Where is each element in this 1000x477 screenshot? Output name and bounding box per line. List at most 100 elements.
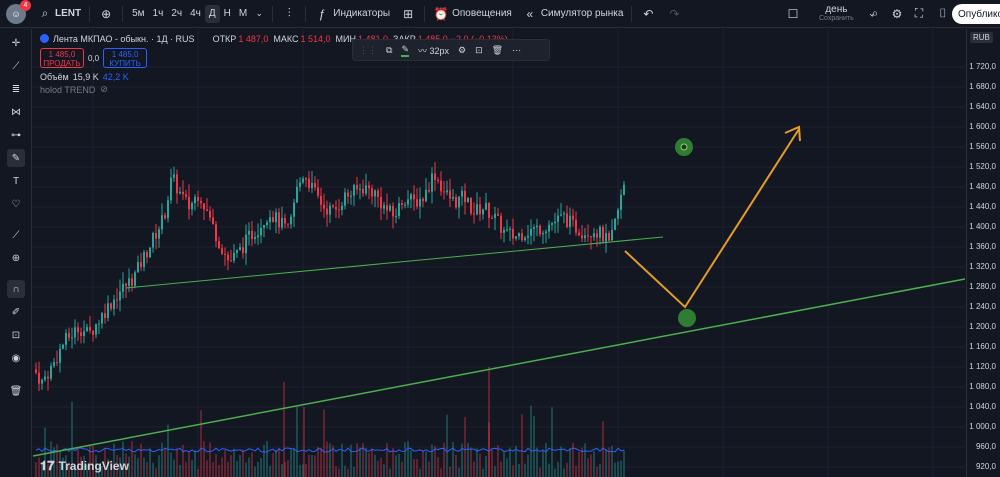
- ruler-icon[interactable]: ⟋: [7, 226, 25, 244]
- candle-body: [302, 178, 304, 183]
- candle-body: [278, 212, 280, 228]
- candle-body: [551, 223, 553, 225]
- candles-icon: ⫶: [287, 6, 291, 20]
- trendline-icon[interactable]: ⟋: [7, 57, 25, 75]
- undo-button[interactable]: ↶: [635, 0, 661, 28]
- volume-bar: [218, 464, 220, 477]
- candle-body: [590, 236, 592, 238]
- candle-body: [299, 182, 301, 187]
- drawing-properties-toolbar: ⋮⋮ ⧉ ✎ 〰 32px ⚙ ⊡ 🗑 ⋯: [352, 39, 550, 61]
- legend-title[interactable]: Лента МКПАО - обыкн. · 1Д · RUS: [53, 34, 195, 44]
- buy-button[interactable]: 1 485,0 КУПИТЬ: [103, 48, 148, 68]
- compare-button[interactable]: ⊕: [93, 0, 119, 28]
- text-icon[interactable]: T: [7, 172, 25, 190]
- replay-button[interactable]: « Симулятор рынка: [517, 0, 629, 28]
- templates-button[interactable]: ⊞: [395, 0, 421, 28]
- candle-body: [572, 215, 574, 220]
- price-axis[interactable]: RUB 1 720,0 1 680,0 1 640,0 1 600,0 1 560,0 1…: [966, 29, 1000, 477]
- timeframe-week[interactable]: Н: [220, 5, 235, 23]
- volume-bar: [398, 453, 400, 477]
- volume-bar: [455, 454, 457, 477]
- eye-icon[interactable]: ◉: [7, 349, 25, 367]
- projection-icon[interactable]: ⊶: [7, 126, 25, 144]
- volume-bar: [386, 442, 388, 477]
- candle-body: [371, 188, 373, 197]
- candle-body: [488, 202, 490, 218]
- candle-body: [305, 178, 307, 180]
- pencil-color-icon[interactable]: ✎: [401, 44, 409, 57]
- volume-bar: [458, 467, 460, 477]
- eye-hidden-icon[interactable]: ⊘: [100, 84, 108, 95]
- timeframe-month[interactable]: М: [235, 5, 251, 23]
- timeframe-4h[interactable]: 4ч: [186, 5, 205, 23]
- candle-body: [98, 323, 100, 325]
- volume-bar: [260, 457, 262, 477]
- candle-body: [155, 232, 157, 239]
- volume-bar: [620, 460, 622, 477]
- candle-body: [512, 228, 514, 239]
- candle-body: [578, 232, 580, 236]
- indicator-name[interactable]: holod TREND: [40, 85, 95, 95]
- chart-type-button[interactable]: ⫶: [276, 0, 302, 28]
- timeframe-2h[interactable]: 2ч: [167, 5, 186, 23]
- pattern-icon[interactable]: ⋈: [7, 103, 25, 121]
- sell-button[interactable]: 1 485,0 ПРОДАТЬ: [40, 48, 84, 68]
- volume-label[interactable]: Объём: [40, 72, 69, 82]
- fib-icon[interactable]: ≣: [7, 80, 25, 98]
- chevron-down-icon[interactable]: ⌄: [251, 6, 267, 22]
- volume-bar: [197, 468, 199, 477]
- candle-body: [524, 237, 526, 241]
- publish-button[interactable]: Опубликовать: [952, 4, 1000, 24]
- candle-body: [65, 333, 67, 345]
- lock-pencil-icon[interactable]: ✐: [7, 303, 25, 321]
- fullscreen-button[interactable]: ⛶: [906, 0, 932, 28]
- indicators-label: Индикаторы: [333, 8, 391, 19]
- user-avatar[interactable]: ☺ 4: [6, 0, 31, 24]
- clone-icon[interactable]: ⧉: [386, 45, 392, 56]
- volume-bar: [575, 465, 577, 477]
- volume-bar: [143, 457, 145, 477]
- volume-bar: [323, 409, 325, 477]
- candle-body: [161, 215, 163, 230]
- timeframe-5m[interactable]: 5м: [128, 5, 148, 23]
- candle-body: [395, 216, 397, 218]
- more-icon[interactable]: ⋯: [512, 45, 521, 56]
- redo-button[interactable]: ↷: [661, 0, 687, 28]
- candle-body: [254, 237, 256, 239]
- candle-body: [59, 348, 61, 363]
- symbol-search[interactable]: ⌕ LENT: [32, 0, 86, 28]
- timeframe-1h[interactable]: 1ч: [149, 5, 168, 23]
- volume-bar: [293, 447, 295, 477]
- plus-circle-icon: ⊕: [101, 6, 112, 21]
- brush-icon[interactable]: ✎: [7, 149, 25, 167]
- line-width-button[interactable]: 〰 32px: [418, 44, 449, 57]
- settings-icon[interactable]: ⚙: [458, 45, 466, 56]
- notification-badge: 4: [20, 0, 31, 11]
- price-chart[interactable]: [33, 29, 965, 477]
- candle-body: [608, 233, 610, 241]
- currency-label[interactable]: RUB: [970, 32, 993, 43]
- trash-icon[interactable]: 🗑: [7, 382, 25, 400]
- trash-icon[interactable]: 🗑: [492, 45, 503, 56]
- zoom-in-icon[interactable]: ⊕: [7, 249, 25, 267]
- candle-body: [74, 327, 76, 338]
- timeframe-day[interactable]: Д: [204, 4, 220, 23]
- candle-body: [140, 262, 142, 268]
- drag-handle-icon[interactable]: ⋮⋮: [359, 45, 377, 56]
- volume-bar: [158, 455, 160, 477]
- candle-body: [404, 204, 406, 206]
- indicators-button[interactable]: ƒ Индикаторы: [309, 0, 395, 28]
- alerts-button[interactable]: ⏰ Оповещения: [428, 0, 517, 28]
- lock-icon[interactable]: ⊡: [7, 326, 25, 344]
- volume-bar: [173, 459, 175, 477]
- crosshair-icon[interactable]: ✛: [7, 34, 25, 52]
- heart-icon[interactable]: ♡: [7, 195, 25, 213]
- volume-bar: [167, 424, 169, 477]
- lock-icon[interactable]: ⊡: [475, 45, 483, 56]
- tradingview-logo[interactable]: 𝟏𝟕 TradingView: [40, 458, 129, 474]
- candle-body: [269, 217, 271, 223]
- magnet-icon[interactable]: ∩: [7, 280, 25, 298]
- symbol-logo-icon: [40, 34, 49, 43]
- volume-bar: [314, 455, 316, 477]
- price-tick-label: 1 000,0: [969, 422, 996, 431]
